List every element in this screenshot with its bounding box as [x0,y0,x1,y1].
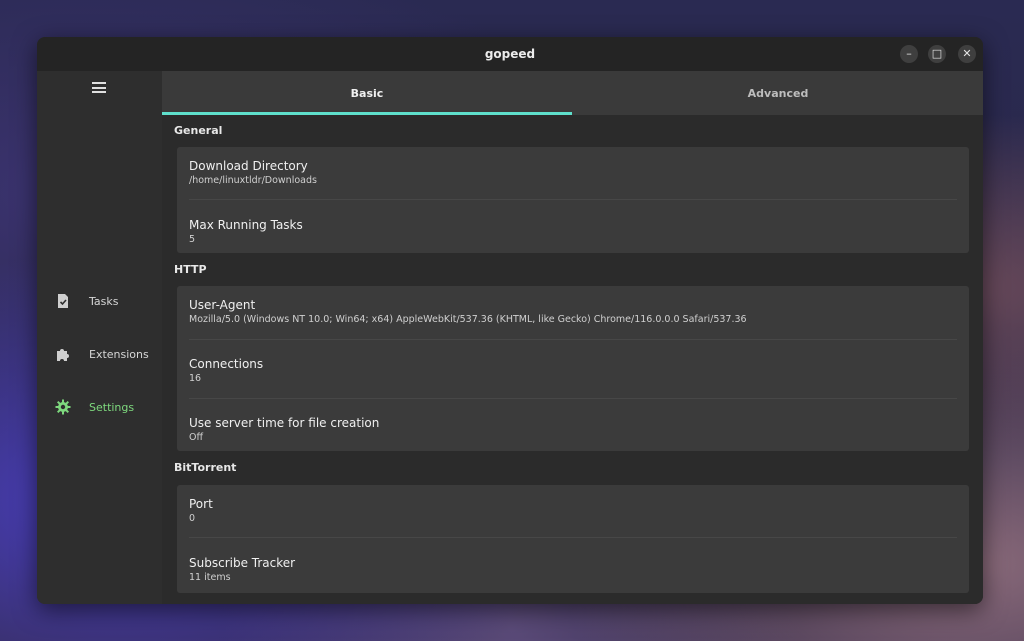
connections-setting[interactable]: Connections 16 [177,345,969,403]
setting-label: Download Directory [189,159,308,173]
divider [189,398,957,399]
setting-label: User-Agent [189,298,256,312]
setting-value: 16 [189,373,202,384]
setting-value: 11 items [189,572,231,583]
section-title-http: HTTP [174,263,207,276]
section-title-bittorrent: BitTorrent [174,461,237,474]
port-setting[interactable]: Port 0 [177,485,969,543]
divider [189,339,957,340]
sidebar-item-label: Extensions [89,347,149,361]
maximize-button[interactable]: □ [928,45,946,63]
tab-label: Advanced [747,86,809,100]
setting-value: /home/linuxtldr/Downloads [189,175,317,186]
tab-label: Basic [350,86,384,100]
sidebar-item-tasks[interactable]: Tasks [37,287,162,315]
setting-label: Port [189,497,213,511]
hamburger-menu-icon[interactable] [92,82,106,93]
max-running-tasks-setting[interactable]: Max Running Tasks 5 [177,206,969,264]
close-button[interactable]: ✕ [958,45,976,63]
general-settings-card: Download Directory /home/linuxtldr/Downl… [177,147,969,253]
sidebar-item-label: Settings [89,400,135,414]
divider [189,199,957,200]
sidebar: Tasks Extensions Settings [37,71,162,604]
tab-bar: Basic Advanced [162,71,983,115]
sidebar-item-label: Tasks [89,294,119,308]
server-time-setting[interactable]: Use server time for file creation Off [177,404,969,462]
gear-icon [55,399,71,415]
tab-indicator [162,112,572,115]
sidebar-item-extensions[interactable]: Extensions [37,340,162,368]
app-window: gopeed – □ ✕ Tasks Extensions Settings B… [37,37,983,604]
setting-value: 0 [189,513,196,524]
setting-value: 5 [189,234,196,245]
subscribe-tracker-setting[interactable]: Subscribe Tracker 11 items [177,544,969,602]
section-title-general: General [174,124,223,137]
setting-label: Connections [189,357,264,371]
puzzle-piece-icon [57,349,69,361]
window-title: gopeed [484,47,536,61]
download-directory-setting[interactable]: Download Directory /home/linuxtldr/Downl… [177,147,969,205]
settings-panel: Basic Advanced General Download Director… [162,71,983,604]
http-settings-card: User-Agent Mozilla/5.0 (Windows NT 10.0;… [177,286,969,451]
tab-advanced[interactable]: Advanced [573,71,983,115]
setting-label: Subscribe Tracker [189,556,296,570]
setting-value: Off [189,432,204,443]
tab-basic[interactable]: Basic [162,71,572,115]
task-list-icon [58,294,68,308]
setting-label: Use server time for file creation [189,416,380,430]
divider [189,537,957,538]
sidebar-item-settings[interactable]: Settings [37,393,162,421]
setting-label: Max Running Tasks [189,218,303,232]
title-bar[interactable]: gopeed – □ ✕ [37,37,983,71]
setting-value: Mozilla/5.0 (Windows NT 10.0; Win64; x64… [189,314,747,325]
user-agent-setting[interactable]: User-Agent Mozilla/5.0 (Windows NT 10.0;… [177,286,969,344]
bittorrent-settings-card: Port 0 Subscribe Tracker 11 items [177,485,969,593]
minimize-button[interactable]: – [900,45,918,63]
